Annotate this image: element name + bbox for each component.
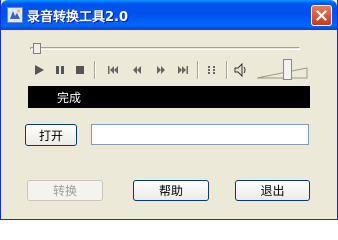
open-button[interactable]: 打开 <box>25 124 77 146</box>
close-button[interactable] <box>311 5 332 26</box>
volume-ramp <box>256 67 308 79</box>
file-path-input[interactable] <box>91 124 309 145</box>
stop-icon <box>76 66 84 74</box>
app-icon <box>7 7 23 23</box>
status-text: 完成 <box>57 91 82 105</box>
rewind-button[interactable] <box>128 61 146 79</box>
toolbar-separator <box>226 61 228 79</box>
client-area: 完成 打开 转换 帮助 退出 <box>4 30 334 216</box>
play-button[interactable] <box>30 61 48 79</box>
pause-button[interactable] <box>52 61 68 79</box>
exit-button[interactable]: 退出 <box>235 180 310 201</box>
playlist-icon <box>208 66 215 74</box>
skip-forward-button[interactable] <box>174 61 192 79</box>
fast-forward-button[interactable] <box>152 61 170 79</box>
status-display: 完成 <box>28 86 310 108</box>
seek-slider[interactable] <box>30 43 300 55</box>
close-icon <box>316 10 327 21</box>
volume-thumb[interactable] <box>283 59 293 80</box>
title-bar[interactable]: 录音转换工具2.0 <box>1 0 337 30</box>
volume-slider[interactable] <box>256 59 308 81</box>
app-window: 录音转换工具2.0 完成 打开 转换 帮助 退出 <box>0 0 338 220</box>
play-icon <box>35 65 44 75</box>
playlist-button[interactable] <box>204 61 220 79</box>
skip-to-end-icon <box>178 66 188 74</box>
skip-to-start-icon <box>108 66 118 74</box>
help-button[interactable]: 帮助 <box>133 180 209 201</box>
convert-button[interactable]: 转换 <box>27 180 103 201</box>
speaker-icon <box>234 62 246 78</box>
fast-forward-icon <box>157 66 165 74</box>
skip-back-button[interactable] <box>104 61 122 79</box>
mute-button[interactable] <box>232 61 250 79</box>
toolbar-separator <box>94 61 96 79</box>
rewind-icon <box>133 66 141 74</box>
stop-button[interactable] <box>72 61 88 79</box>
toolbar-separator <box>197 61 199 79</box>
seek-track <box>30 47 300 50</box>
window-title: 录音转换工具2.0 <box>27 10 129 25</box>
seek-thumb[interactable] <box>33 43 42 54</box>
pause-icon <box>56 66 64 74</box>
